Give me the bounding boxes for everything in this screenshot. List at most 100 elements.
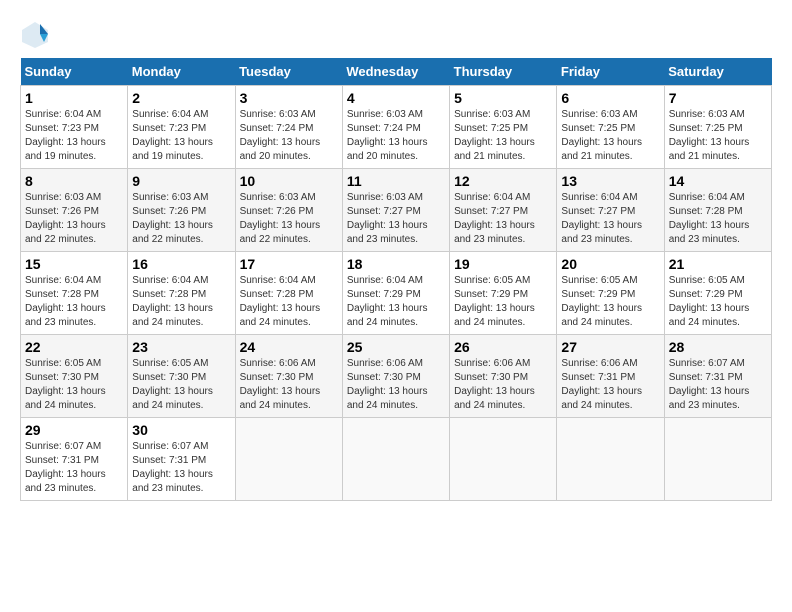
week-row-1: 1 Sunrise: 6:04 AM Sunset: 7:23 PM Dayli…: [21, 86, 772, 169]
day-info: Sunrise: 6:03 AM Sunset: 7:26 PM Dayligh…: [240, 191, 338, 247]
week-row-4: 22 Sunrise: 6:05 AM Sunset: 7:30 PM Dayl…: [21, 335, 772, 418]
day-info: Sunrise: 6:05 AM Sunset: 7:29 PM Dayligh…: [669, 274, 767, 330]
calendar-cell: 22 Sunrise: 6:05 AM Sunset: 7:30 PM Dayl…: [21, 335, 128, 418]
calendar-cell: 14 Sunrise: 6:04 AM Sunset: 7:28 PM Dayl…: [664, 169, 771, 252]
calendar-cell: [235, 418, 342, 501]
day-info: Sunrise: 6:07 AM Sunset: 7:31 PM Dayligh…: [669, 357, 767, 413]
week-row-3: 15 Sunrise: 6:04 AM Sunset: 7:28 PM Dayl…: [21, 252, 772, 335]
day-number: 19: [454, 256, 552, 272]
calendar-cell: 4 Sunrise: 6:03 AM Sunset: 7:24 PM Dayli…: [342, 86, 449, 169]
day-number: 8: [25, 173, 123, 189]
day-info: Sunrise: 6:03 AM Sunset: 7:26 PM Dayligh…: [25, 191, 123, 247]
header-day-thursday: Thursday: [450, 58, 557, 86]
day-number: 18: [347, 256, 445, 272]
week-row-2: 8 Sunrise: 6:03 AM Sunset: 7:26 PM Dayli…: [21, 169, 772, 252]
calendar-cell: [450, 418, 557, 501]
calendar-cell: 12 Sunrise: 6:04 AM Sunset: 7:27 PM Dayl…: [450, 169, 557, 252]
day-number: 20: [561, 256, 659, 272]
calendar-cell: 11 Sunrise: 6:03 AM Sunset: 7:27 PM Dayl…: [342, 169, 449, 252]
header-day-wednesday: Wednesday: [342, 58, 449, 86]
day-info: Sunrise: 6:06 AM Sunset: 7:30 PM Dayligh…: [454, 357, 552, 413]
day-number: 13: [561, 173, 659, 189]
day-number: 9: [132, 173, 230, 189]
calendar-cell: 20 Sunrise: 6:05 AM Sunset: 7:29 PM Dayl…: [557, 252, 664, 335]
day-number: 22: [25, 339, 123, 355]
day-number: 15: [25, 256, 123, 272]
calendar-cell: 17 Sunrise: 6:04 AM Sunset: 7:28 PM Dayl…: [235, 252, 342, 335]
logo-icon: [20, 20, 50, 50]
day-info: Sunrise: 6:05 AM Sunset: 7:29 PM Dayligh…: [454, 274, 552, 330]
calendar-cell: 25 Sunrise: 6:06 AM Sunset: 7:30 PM Dayl…: [342, 335, 449, 418]
day-number: 30: [132, 422, 230, 438]
day-info: Sunrise: 6:03 AM Sunset: 7:26 PM Dayligh…: [132, 191, 230, 247]
calendar-cell: [557, 418, 664, 501]
page-header: [20, 20, 772, 50]
day-number: 7: [669, 90, 767, 106]
day-number: 10: [240, 173, 338, 189]
calendar-cell: 29 Sunrise: 6:07 AM Sunset: 7:31 PM Dayl…: [21, 418, 128, 501]
header-day-monday: Monday: [128, 58, 235, 86]
day-info: Sunrise: 6:04 AM Sunset: 7:23 PM Dayligh…: [132, 108, 230, 164]
day-info: Sunrise: 6:03 AM Sunset: 7:25 PM Dayligh…: [454, 108, 552, 164]
day-number: 14: [669, 173, 767, 189]
day-info: Sunrise: 6:06 AM Sunset: 7:30 PM Dayligh…: [347, 357, 445, 413]
calendar-cell: 27 Sunrise: 6:06 AM Sunset: 7:31 PM Dayl…: [557, 335, 664, 418]
day-number: 23: [132, 339, 230, 355]
day-info: Sunrise: 6:05 AM Sunset: 7:30 PM Dayligh…: [132, 357, 230, 413]
calendar-cell: 6 Sunrise: 6:03 AM Sunset: 7:25 PM Dayli…: [557, 86, 664, 169]
calendar-cell: 24 Sunrise: 6:06 AM Sunset: 7:30 PM Dayl…: [235, 335, 342, 418]
calendar-cell: 26 Sunrise: 6:06 AM Sunset: 7:30 PM Dayl…: [450, 335, 557, 418]
day-info: Sunrise: 6:05 AM Sunset: 7:29 PM Dayligh…: [561, 274, 659, 330]
logo: [20, 20, 52, 50]
day-info: Sunrise: 6:05 AM Sunset: 7:30 PM Dayligh…: [25, 357, 123, 413]
day-number: 11: [347, 173, 445, 189]
day-number: 29: [25, 422, 123, 438]
header-day-friday: Friday: [557, 58, 664, 86]
day-info: Sunrise: 6:03 AM Sunset: 7:24 PM Dayligh…: [347, 108, 445, 164]
calendar-cell: 9 Sunrise: 6:03 AM Sunset: 7:26 PM Dayli…: [128, 169, 235, 252]
day-number: 1: [25, 90, 123, 106]
calendar-table: SundayMondayTuesdayWednesdayThursdayFrid…: [20, 58, 772, 501]
day-info: Sunrise: 6:03 AM Sunset: 7:25 PM Dayligh…: [561, 108, 659, 164]
day-number: 2: [132, 90, 230, 106]
day-number: 21: [669, 256, 767, 272]
day-info: Sunrise: 6:04 AM Sunset: 7:27 PM Dayligh…: [454, 191, 552, 247]
day-info: Sunrise: 6:04 AM Sunset: 7:28 PM Dayligh…: [25, 274, 123, 330]
calendar-cell: 19 Sunrise: 6:05 AM Sunset: 7:29 PM Dayl…: [450, 252, 557, 335]
calendar-cell: 2 Sunrise: 6:04 AM Sunset: 7:23 PM Dayli…: [128, 86, 235, 169]
calendar-cell: 1 Sunrise: 6:04 AM Sunset: 7:23 PM Dayli…: [21, 86, 128, 169]
calendar-cell: 13 Sunrise: 6:04 AM Sunset: 7:27 PM Dayl…: [557, 169, 664, 252]
day-info: Sunrise: 6:04 AM Sunset: 7:28 PM Dayligh…: [240, 274, 338, 330]
day-info: Sunrise: 6:03 AM Sunset: 7:24 PM Dayligh…: [240, 108, 338, 164]
calendar-cell: 16 Sunrise: 6:04 AM Sunset: 7:28 PM Dayl…: [128, 252, 235, 335]
calendar-cell: 8 Sunrise: 6:03 AM Sunset: 7:26 PM Dayli…: [21, 169, 128, 252]
day-number: 5: [454, 90, 552, 106]
calendar-cell: 3 Sunrise: 6:03 AM Sunset: 7:24 PM Dayli…: [235, 86, 342, 169]
calendar-cell: 7 Sunrise: 6:03 AM Sunset: 7:25 PM Dayli…: [664, 86, 771, 169]
calendar-cell: 23 Sunrise: 6:05 AM Sunset: 7:30 PM Dayl…: [128, 335, 235, 418]
day-info: Sunrise: 6:04 AM Sunset: 7:28 PM Dayligh…: [669, 191, 767, 247]
day-number: 6: [561, 90, 659, 106]
calendar-cell: 30 Sunrise: 6:07 AM Sunset: 7:31 PM Dayl…: [128, 418, 235, 501]
day-info: Sunrise: 6:04 AM Sunset: 7:29 PM Dayligh…: [347, 274, 445, 330]
day-number: 16: [132, 256, 230, 272]
header-day-sunday: Sunday: [21, 58, 128, 86]
day-info: Sunrise: 6:03 AM Sunset: 7:25 PM Dayligh…: [669, 108, 767, 164]
calendar-cell: 28 Sunrise: 6:07 AM Sunset: 7:31 PM Dayl…: [664, 335, 771, 418]
calendar-cell: 10 Sunrise: 6:03 AM Sunset: 7:26 PM Dayl…: [235, 169, 342, 252]
day-number: 24: [240, 339, 338, 355]
day-info: Sunrise: 6:03 AM Sunset: 7:27 PM Dayligh…: [347, 191, 445, 247]
week-row-5: 29 Sunrise: 6:07 AM Sunset: 7:31 PM Dayl…: [21, 418, 772, 501]
calendar-cell: 21 Sunrise: 6:05 AM Sunset: 7:29 PM Dayl…: [664, 252, 771, 335]
day-info: Sunrise: 6:06 AM Sunset: 7:30 PM Dayligh…: [240, 357, 338, 413]
calendar-cell: 18 Sunrise: 6:04 AM Sunset: 7:29 PM Dayl…: [342, 252, 449, 335]
day-number: 27: [561, 339, 659, 355]
day-info: Sunrise: 6:04 AM Sunset: 7:23 PM Dayligh…: [25, 108, 123, 164]
day-info: Sunrise: 6:04 AM Sunset: 7:27 PM Dayligh…: [561, 191, 659, 247]
header-day-tuesday: Tuesday: [235, 58, 342, 86]
day-number: 25: [347, 339, 445, 355]
header-day-saturday: Saturday: [664, 58, 771, 86]
header-row: SundayMondayTuesdayWednesdayThursdayFrid…: [21, 58, 772, 86]
day-info: Sunrise: 6:04 AM Sunset: 7:28 PM Dayligh…: [132, 274, 230, 330]
day-info: Sunrise: 6:06 AM Sunset: 7:31 PM Dayligh…: [561, 357, 659, 413]
